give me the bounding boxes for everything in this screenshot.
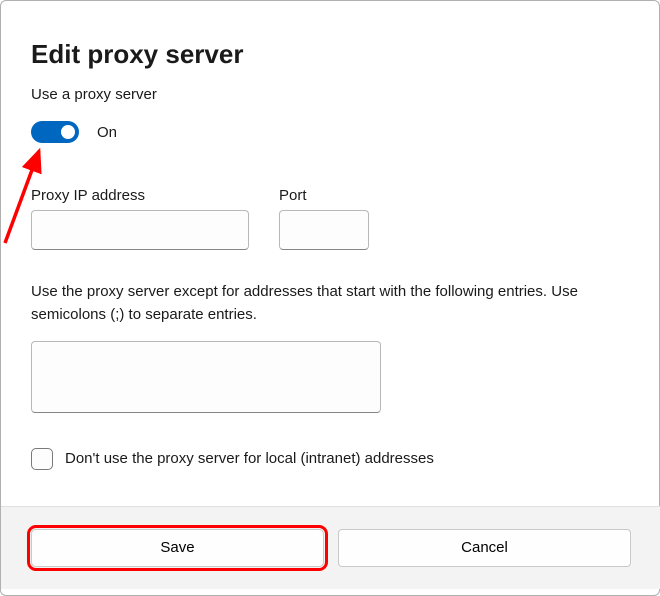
port-label: Port xyxy=(279,187,369,204)
dialog-title: Edit proxy server xyxy=(31,39,631,70)
bypass-local-row: Don't use the proxy server for local (in… xyxy=(31,448,631,470)
cancel-button[interactable]: Cancel xyxy=(338,529,631,567)
ip-field-group: Proxy IP address xyxy=(31,187,249,250)
save-button[interactable]: Save xyxy=(31,529,324,567)
proxy-toggle-label: On xyxy=(97,124,117,141)
ip-input[interactable] xyxy=(31,210,249,250)
dialog-footer: Save Cancel xyxy=(1,506,660,589)
exceptions-description: Use the proxy server except for addresse… xyxy=(31,280,631,327)
port-input[interactable] xyxy=(279,210,369,250)
proxy-toggle[interactable] xyxy=(31,121,79,143)
port-field-group: Port xyxy=(279,187,369,250)
proxy-toggle-row: On xyxy=(31,121,631,143)
address-port-row: Proxy IP address Port xyxy=(31,187,631,250)
bypass-local-checkbox[interactable] xyxy=(31,448,53,470)
bypass-local-label: Don't use the proxy server for local (in… xyxy=(65,450,434,467)
dialog-subtitle: Use a proxy server xyxy=(31,86,631,103)
dialog-body: Edit proxy server Use a proxy server On … xyxy=(1,1,660,506)
ip-label: Proxy IP address xyxy=(31,187,249,204)
exceptions-input[interactable] xyxy=(31,341,381,413)
